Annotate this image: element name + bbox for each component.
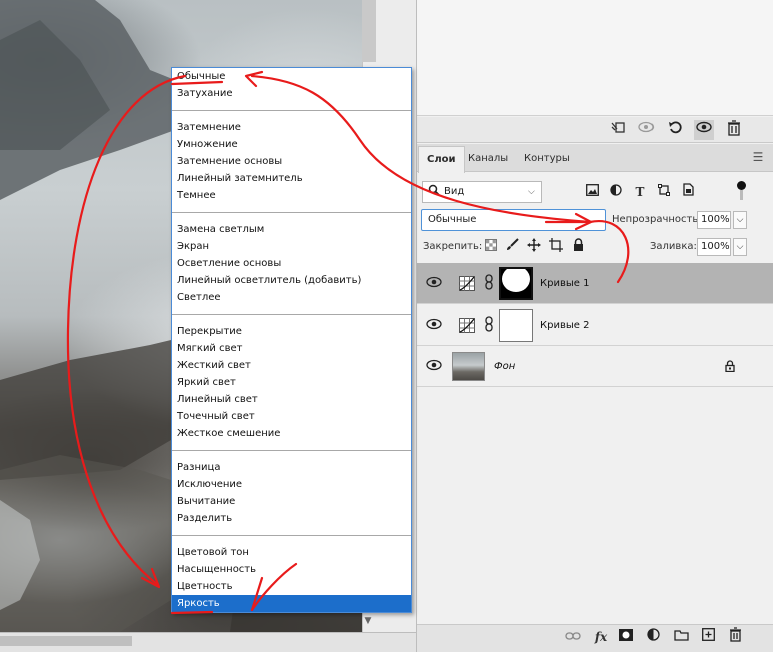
tab-layers[interactable]: Слои — [418, 146, 465, 173]
lock-label: Закрепить: — [423, 241, 483, 252]
blend-mode-option[interactable]: Экран — [172, 238, 411, 255]
properties-toolbar — [417, 117, 773, 143]
delete-layer-icon[interactable] — [725, 627, 745, 647]
canvas-horizontal-scroll-thumb[interactable] — [0, 636, 132, 646]
layers-list-empty-area — [417, 387, 773, 623]
blend-mode-option[interactable]: Осветление основы — [172, 255, 411, 272]
visibility-icon[interactable] — [694, 120, 714, 140]
blend-mode-option[interactable]: Яркий свет — [172, 374, 411, 391]
menu-separator — [172, 314, 411, 315]
mask-link-icon[interactable] — [485, 274, 495, 292]
opacity-chevron-down-icon[interactable]: ⌵ — [733, 211, 747, 229]
canvas-vertical-scroll-thumb[interactable] — [362, 0, 376, 62]
scroll-down-icon[interactable]: ▼ — [361, 614, 375, 628]
opacity-label: Непрозрачность: — [612, 214, 702, 225]
tab-paths[interactable]: Контуры — [516, 146, 578, 172]
lock-icon — [725, 360, 737, 373]
menu-separator — [172, 212, 411, 213]
tab-channels[interactable]: Каналы — [460, 146, 516, 172]
blend-mode-option[interactable]: Насыщенность — [172, 561, 411, 578]
layer-row-background[interactable]: Фон — [417, 346, 773, 387]
panel-menu-icon[interactable]: ☰ — [751, 150, 765, 164]
visibility-eye-icon[interactable] — [426, 276, 442, 290]
blend-mode-option[interactable]: Линейный затемнитель — [172, 170, 411, 187]
curves-adjustment-icon — [459, 276, 475, 291]
layer-mask-thumbnail[interactable] — [499, 309, 533, 342]
search-icon — [428, 184, 442, 198]
chevron-down-icon: ⌵ — [528, 187, 535, 197]
lock-all-icon[interactable] — [569, 238, 587, 256]
link-layers-icon[interactable] — [563, 627, 583, 647]
fill-input[interactable]: 100% — [697, 238, 731, 256]
blend-mode-option[interactable]: Точечный свет — [172, 408, 411, 425]
layer-mask-thumbnail[interactable] — [499, 266, 533, 300]
properties-panel-body — [417, 0, 773, 116]
smart-object-filter-icon[interactable] — [678, 182, 698, 202]
adjustment-filter-icon[interactable] — [606, 182, 626, 202]
blend-mode-dropdown[interactable]: Обычные Затухание Затемнение Умножение Затем… — [171, 67, 412, 613]
layer-name[interactable]: Кривые 2 — [540, 305, 589, 346]
link-eye-icon[interactable] — [637, 120, 657, 140]
blend-mode-option[interactable]: Цветовой тон — [172, 544, 411, 561]
reset-icon[interactable] — [666, 120, 686, 140]
layer-thumbnail[interactable] — [452, 352, 485, 381]
fx-icon[interactable]: fx — [591, 627, 611, 647]
menu-separator — [172, 450, 411, 451]
blend-mode-option[interactable]: Линейный свет — [172, 391, 411, 408]
blend-mode-option[interactable]: Обычные — [172, 68, 411, 85]
menu-separator — [172, 110, 411, 111]
blend-mode-option[interactable]: Разделить — [172, 510, 411, 527]
filter-toggle[interactable] — [734, 178, 748, 204]
blend-mode-option[interactable]: Перекрытие — [172, 323, 411, 340]
blend-mode-select[interactable]: Обычные — [421, 209, 606, 231]
blend-mode-option[interactable]: Светлее — [172, 289, 411, 306]
lock-brush-icon[interactable] — [503, 238, 521, 256]
curves-adjustment-icon — [459, 318, 475, 333]
image-filter-icon[interactable] — [582, 182, 602, 202]
blend-mode-option[interactable]: Темнее — [172, 187, 411, 204]
shape-filter-icon[interactable] — [654, 182, 674, 202]
lock-artboard-icon[interactable] — [547, 238, 565, 256]
lock-move-icon[interactable] — [525, 238, 543, 256]
layer-filter-label: Вид — [444, 186, 465, 197]
blend-mode-option[interactable]: Жесткое смешение — [172, 425, 411, 442]
new-layer-icon[interactable] — [698, 627, 718, 647]
visibility-eye-icon[interactable] — [426, 318, 442, 332]
layer-name[interactable]: Фон — [494, 346, 515, 387]
blend-mode-option[interactable]: Жесткий свет — [172, 357, 411, 374]
blend-mode-option[interactable]: Яркость — [172, 595, 411, 612]
add-mask-icon[interactable] — [616, 627, 636, 647]
layer-row-curves-2[interactable]: Кривые 2 — [417, 305, 773, 346]
blend-mode-option[interactable]: Замена светлым — [172, 221, 411, 238]
blend-mode-option[interactable]: Умножение — [172, 136, 411, 153]
fill-chevron-down-icon[interactable]: ⌵ — [733, 238, 747, 256]
type-filter-icon[interactable]: T — [630, 182, 650, 202]
blend-mode-option[interactable]: Линейный осветлитель (добавить) — [172, 272, 411, 289]
new-adjustment-icon[interactable] — [643, 627, 663, 647]
blend-mode-option[interactable]: Затемнение — [172, 119, 411, 136]
blend-mode-option[interactable]: Затемнение основы — [172, 153, 411, 170]
blend-mode-option[interactable]: Разница — [172, 459, 411, 476]
menu-separator — [172, 535, 411, 536]
blend-mode-option[interactable]: Вычитание — [172, 493, 411, 510]
trash-icon[interactable] — [724, 120, 744, 140]
mask-link-icon[interactable] — [485, 316, 495, 334]
blend-mode-option[interactable]: Исключение — [172, 476, 411, 493]
sample-icon[interactable] — [608, 120, 628, 140]
visibility-eye-icon[interactable] — [426, 359, 442, 373]
blend-mode-option[interactable]: Затухание — [172, 85, 411, 102]
lock-transparent-icon[interactable] — [482, 238, 500, 256]
blend-mode-option[interactable]: Мягкий свет — [172, 340, 411, 357]
layer-name[interactable]: Кривые 1 — [540, 263, 589, 304]
blend-mode-option[interactable]: Цветность — [172, 578, 411, 595]
new-group-icon[interactable] — [671, 627, 691, 647]
fill-label: Заливка: — [650, 241, 697, 252]
opacity-input[interactable]: 100% — [697, 211, 731, 229]
layer-row-curves-1[interactable]: Кривые 1 — [417, 263, 773, 304]
